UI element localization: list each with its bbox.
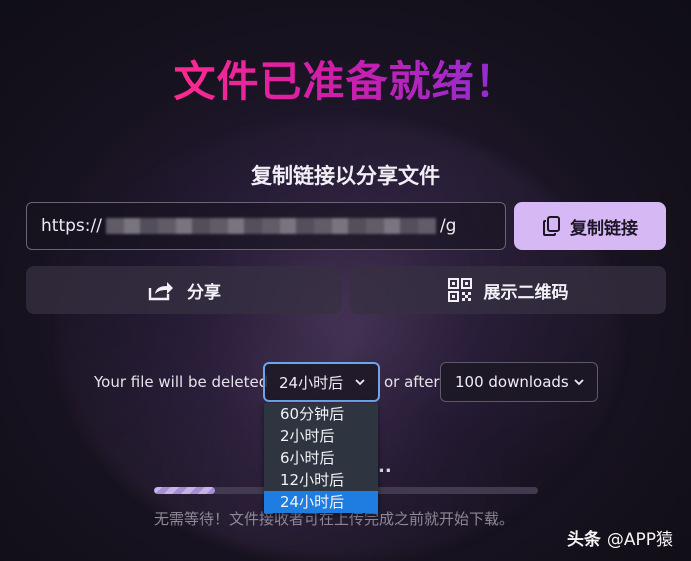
watermark-handle: @APP猿 xyxy=(606,530,673,550)
share-subtitle: 复制链接以分享文件 xyxy=(251,164,440,188)
url-suffix: /g xyxy=(439,216,457,236)
progress-dots: .. xyxy=(378,456,392,477)
url-redacted xyxy=(105,218,436,234)
expiry-connector: or after xyxy=(384,373,440,391)
share-button[interactable]: 分享 xyxy=(26,266,342,314)
downloads-select[interactable]: 100 downloads xyxy=(440,362,598,402)
time-select-value: 24小时后 xyxy=(279,373,344,392)
expiry-settings: Your file will be deleted 24小时后 or after… xyxy=(0,362,691,402)
copy-icon xyxy=(542,215,562,237)
show-qr-button[interactable]: 展示二维码 xyxy=(350,266,666,314)
time-option[interactable]: 2小时后 xyxy=(264,425,378,447)
qr-label: 展示二维码 xyxy=(483,282,569,303)
time-options-dropdown[interactable]: 60分钟后 2小时后 6小时后 12小时后 24小时后 xyxy=(264,403,378,513)
time-option[interactable]: 12小时后 xyxy=(264,469,378,491)
time-option-selected[interactable]: 24小时后 xyxy=(264,491,378,513)
share-icon xyxy=(147,279,175,301)
upload-progress-fill xyxy=(154,487,216,494)
url-prefix: https:// xyxy=(41,216,102,236)
share-url-field[interactable]: https:// /g xyxy=(26,202,506,250)
watermark: 头条 @APP猿 xyxy=(567,525,673,550)
page-title: 文件已准备就绪！ xyxy=(173,57,518,106)
copy-link-button[interactable]: 复制链接 xyxy=(514,202,666,250)
time-option[interactable]: 6小时后 xyxy=(264,447,378,469)
downloads-select-value: 100 downloads xyxy=(455,373,569,391)
chevron-down-icon xyxy=(354,378,366,386)
expiry-prefix: Your file will be deleted xyxy=(94,373,269,391)
share-label: 分享 xyxy=(187,282,221,303)
time-select[interactable]: 24小时后 xyxy=(263,362,380,402)
watermark-brand: 头条 xyxy=(566,530,601,550)
copy-link-label: 复制链接 xyxy=(570,218,638,239)
qr-code-icon xyxy=(447,278,472,302)
time-option[interactable]: 60分钟后 xyxy=(264,403,378,425)
chevron-down-icon xyxy=(573,378,585,386)
